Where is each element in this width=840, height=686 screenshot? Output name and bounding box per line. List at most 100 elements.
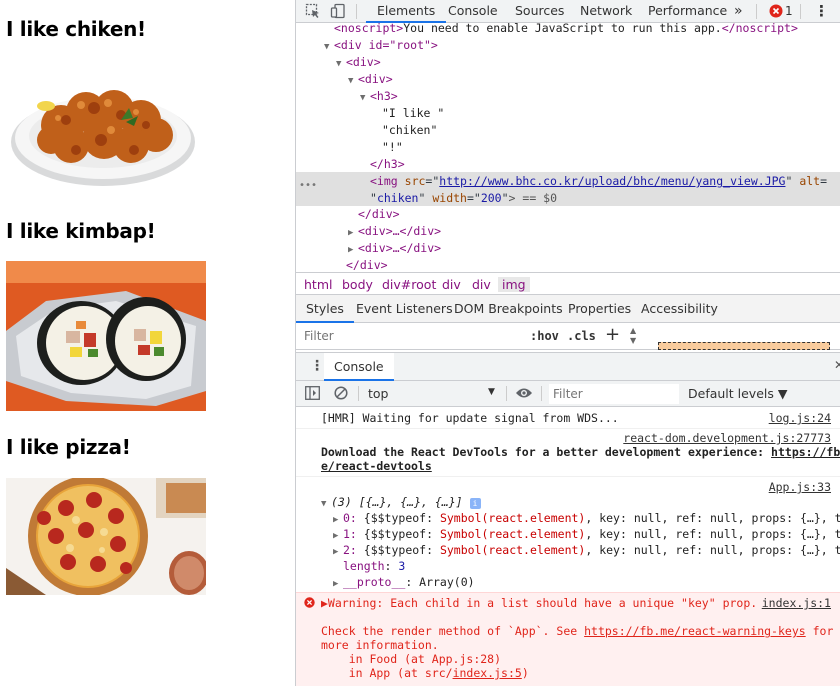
div-tag: <div>	[358, 72, 393, 86]
stack-source-link[interactable]: index.js:5	[453, 666, 522, 680]
expand-triangle-icon[interactable]: ▶	[333, 515, 343, 525]
img-src-attr: src	[404, 174, 426, 188]
node-div-collapsed[interactable]: ▶ <div>…</div>	[348, 223, 441, 240]
noscript-open-tag: <noscript>	[334, 21, 404, 35]
node-div-1[interactable]: ▼ <div>	[336, 54, 381, 71]
node-img-selected-cont[interactable]: "chiken" width="200"> == $0	[370, 190, 557, 207]
tab-accessibility[interactable]: Accessibility	[641, 295, 718, 323]
toolbar-separator	[506, 386, 507, 401]
item-text: {$$typeof:	[356, 543, 440, 557]
new-style-rule-button[interactable]: +	[605, 324, 620, 345]
message-text: Download the React DevTools for a better…	[321, 445, 840, 459]
h3-close-tag[interactable]: </h3>	[370, 156, 405, 173]
message-source-link[interactable]: index.js:1	[762, 596, 831, 610]
node-noscript[interactable]: <noscript>You need to enable JavaScript …	[334, 20, 798, 37]
food-image-pizza	[6, 478, 206, 595]
crumb-body[interactable]: body	[342, 277, 373, 292]
drawer-tab-console[interactable]: Console	[324, 353, 394, 381]
tab-dom-breakpoints[interactable]: DOM Breakpoints	[454, 295, 563, 323]
food-title-pizza: I like pizza!	[6, 435, 131, 459]
expand-triangle-icon[interactable]: ▼	[348, 73, 358, 90]
error-icon	[304, 597, 315, 611]
array-summary[interactable]: ▼ (3) [{…}, {…}, {…}] i	[321, 495, 481, 509]
expand-triangle-icon[interactable]: ▶	[333, 547, 343, 557]
h3-open-tag: <h3>	[370, 89, 398, 103]
message-source-link[interactable]: log.js:24	[769, 411, 831, 425]
expand-triangle-icon[interactable]: ▼	[360, 90, 370, 107]
expand-triangle-icon[interactable]: ▼	[324, 39, 334, 56]
context-selector[interactable]: top	[368, 386, 388, 401]
hover-state-toggle[interactable]: :hov	[530, 329, 559, 343]
expand-triangle-icon[interactable]: ▶	[333, 531, 343, 541]
info-icon[interactable]: i	[469, 498, 481, 509]
customize-menu-icon[interactable]: ⋮	[814, 0, 829, 23]
crumb-html[interactable]: html	[304, 277, 332, 292]
node-div-2[interactable]: ▼ <div>	[348, 71, 393, 88]
react-devtools-link[interactable]: https://fb.m	[771, 445, 840, 459]
clear-console-icon[interactable]	[334, 386, 348, 403]
img-width-value: 200	[480, 191, 502, 205]
warning-docs-link[interactable]: https://fb.me/react-warning-keys	[584, 624, 806, 638]
array-item[interactable]: ▶ 2: {$$typeof: Symbol(react.element), ke…	[333, 543, 840, 557]
noscript-text: You need to enable JavaScript to run thi…	[403, 21, 722, 35]
styles-filter-input[interactable]	[300, 326, 520, 346]
array-item[interactable]: ▶ 1: {$$typeof: Symbol(react.element), ke…	[333, 527, 840, 541]
show-sidebar-icon[interactable]	[305, 386, 320, 403]
item-index: 2:	[343, 543, 357, 557]
img-tag: <img	[370, 174, 398, 188]
tab-properties[interactable]: Properties	[568, 295, 631, 323]
react-devtools-link[interactable]: e/react-devtools	[321, 459, 432, 473]
console-message-react-devtools: react-dom.development.js:27773 Download …	[296, 429, 840, 477]
crumb-div[interactable]: div	[472, 277, 491, 292]
img-src-link[interactable]: http://www.bhc.co.kr/upload/bhc/menu/yan…	[439, 174, 785, 188]
item-symbol: Symbol(react.element)	[439, 543, 586, 557]
message-source-link[interactable]: react-dom.development.js:27773	[623, 431, 831, 445]
app-viewport: I like chiken! I like kimbap! I like piz…	[0, 0, 296, 686]
node-h3[interactable]: ▼ <h3>	[360, 88, 398, 105]
array-proto[interactable]: ▶ __proto__: Array(0)	[333, 575, 475, 589]
array-length: length: 3	[343, 559, 406, 573]
node-img-selected[interactable]: <img src="http://www.bhc.co.kr/upload/bh…	[370, 173, 827, 190]
context-dropdown-icon[interactable]: ▼	[488, 387, 495, 397]
item-index: 0:	[343, 511, 357, 525]
array-item[interactable]: ▶ 0: {$$typeof: Symbol(react.element), ke…	[333, 511, 840, 525]
log-levels-dropdown[interactable]: Default levels ▼	[688, 386, 787, 401]
drawer-menu-icon[interactable]: ⋮	[310, 358, 324, 374]
error-count-icon[interactable]	[769, 4, 783, 18]
item-text: , key: null, ref: null, props: {…}, ty…	[585, 527, 840, 541]
root-div-tag: <div id="root">	[334, 38, 438, 52]
warning-detail: Check the render method of `App`. See ht…	[321, 624, 833, 638]
console-filter-input[interactable]	[549, 384, 679, 404]
div-close-tag[interactable]: </div>	[358, 206, 400, 223]
expand-triangle-icon[interactable]: ▼	[336, 56, 346, 73]
class-toggle[interactable]: .cls	[567, 329, 596, 343]
node-actions-dots[interactable]: •••	[299, 177, 317, 194]
console-message-warning: ▶Warning: Each child in a list should ha…	[296, 592, 840, 686]
crumb-div-root[interactable]: div#root	[382, 277, 436, 292]
scroll-arrows-icon[interactable]: ▲ ▼	[630, 326, 636, 346]
tab-event-listeners[interactable]: Event Listeners	[356, 295, 453, 323]
node-div-collapsed[interactable]: ▶ <div>…</div>	[348, 240, 441, 257]
node-root-div[interactable]: ▼ <div id="root">	[324, 37, 438, 54]
box-model-margin	[658, 342, 830, 350]
crumb-div[interactable]: div	[442, 277, 461, 292]
toolbar-separator	[756, 4, 757, 19]
warning-text[interactable]: ▶Warning: Each child in a list should ha…	[321, 596, 757, 610]
array-head-text: (3) [{…}, {…}, {…}]	[331, 495, 463, 509]
expand-triangle-icon[interactable]: ▶	[333, 579, 343, 589]
close-drawer-icon[interactable]: ✕	[834, 358, 840, 372]
food-image-chicken	[6, 70, 206, 190]
tab-styles[interactable]: Styles	[296, 295, 354, 323]
inspect-element-icon[interactable]	[305, 3, 321, 19]
item-text: {$$typeof:	[356, 527, 440, 541]
message-source-link[interactable]: App.js:33	[769, 480, 831, 494]
crumb-img[interactable]: img	[498, 277, 530, 292]
text-node[interactable]: "I like "	[382, 105, 444, 122]
live-expression-eye-icon[interactable]	[515, 387, 533, 402]
styles-filter-bar: :hov .cls + ▲▼	[296, 323, 840, 350]
expand-triangle-icon[interactable]: ▼	[321, 499, 331, 509]
text-node[interactable]: "chiken"	[382, 122, 437, 139]
device-toolbar-icon[interactable]	[330, 3, 346, 19]
text-node[interactable]: "!"	[382, 139, 403, 156]
console-drawer-header: ⋮ Console ✕	[296, 352, 840, 381]
